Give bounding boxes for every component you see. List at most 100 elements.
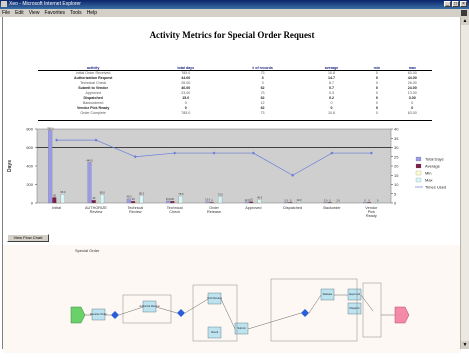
scroll-down-icon[interactable]: ▼ xyxy=(461,341,469,349)
legend-swatch xyxy=(415,163,422,169)
bar xyxy=(131,201,136,204)
x-tick-label: Ready xyxy=(366,214,377,218)
bar xyxy=(126,198,131,204)
x-tick-label: Initial xyxy=(52,206,61,210)
menu-edit[interactable]: Edit xyxy=(15,9,24,17)
bar xyxy=(284,202,289,204)
task-label: Tech Review xyxy=(207,296,222,300)
start-node xyxy=(70,306,86,324)
y2-tick-label: 30 xyxy=(394,145,399,150)
bar xyxy=(166,200,171,204)
data-label: 80.0 xyxy=(139,192,145,196)
bar xyxy=(178,195,183,204)
y-axis-label: Days xyxy=(7,160,13,172)
data-label: 70.0 xyxy=(218,193,224,197)
task-label: Approved xyxy=(349,292,361,296)
task-label: Dispatch xyxy=(349,306,360,310)
minimize-button[interactable]: _ xyxy=(444,1,451,7)
y2-tick-label: 20 xyxy=(394,164,399,169)
legend-label: Average xyxy=(425,164,441,169)
bar xyxy=(91,200,96,204)
close-button[interactable]: × xyxy=(460,1,467,7)
flow-arrow xyxy=(118,306,144,316)
y-tick-label: 400 xyxy=(26,164,33,169)
menu-file[interactable]: File xyxy=(2,9,10,17)
bar xyxy=(170,201,175,204)
data-label: 3.0 xyxy=(324,198,328,202)
data-label: 2.0 xyxy=(336,198,340,202)
x-tick-label: Review xyxy=(90,210,103,214)
bar xyxy=(213,202,218,204)
bar xyxy=(218,196,223,204)
legend-swatch xyxy=(415,156,422,162)
x-tick-label: Backorder xyxy=(323,206,341,210)
y2-tick-label: 10 xyxy=(394,182,399,187)
task-label: Submit xyxy=(237,326,245,330)
x-tick-label: Check xyxy=(169,210,180,214)
window-title: Xeo - Microsoft Internet Explorer xyxy=(9,1,81,7)
data-label: 15.0 xyxy=(205,198,211,202)
task-label: Receive Order xyxy=(90,312,107,316)
bar xyxy=(331,202,336,204)
bar xyxy=(100,194,105,204)
table-cell: 0 xyxy=(375,111,378,115)
page-content: Activity Metrics for Special Order Reque… xyxy=(2,17,461,353)
table-cell: Order Complete xyxy=(80,111,106,115)
process-flow-svg: Receive OrderAuthorize ReviewTech Review… xyxy=(70,278,410,342)
legend-label: Times Used xyxy=(425,185,446,190)
legend-swatch xyxy=(415,170,422,176)
x-tick-label: Release xyxy=(207,210,221,214)
data-label: 440.0 xyxy=(86,158,93,162)
subprocess-container xyxy=(270,278,358,342)
bar xyxy=(95,202,100,204)
bar xyxy=(375,202,380,204)
bar xyxy=(244,201,249,204)
gateway-node xyxy=(111,311,119,319)
data-label: 40.0 xyxy=(257,195,263,199)
table-divider xyxy=(38,120,432,121)
x-tick-label: Dispatched xyxy=(283,206,302,210)
menu-tools[interactable]: Tools xyxy=(70,9,82,17)
process-diagram: Special Order Receive Order Authorize Rev… xyxy=(3,245,461,353)
menu-favorites[interactable]: Favorites xyxy=(44,9,65,17)
table-cell: 10.8 xyxy=(328,111,336,115)
x-tick-label: Review xyxy=(129,210,142,214)
bar xyxy=(135,202,140,204)
gateway-node xyxy=(177,309,185,317)
gateway-node xyxy=(301,309,309,317)
title-bar: Xeo - Microsoft Internet Explorer _ □ × xyxy=(0,0,469,9)
data-label: 95.0 xyxy=(60,190,66,194)
view-flow-chart-button[interactable]: View Flow Chart xyxy=(7,234,49,242)
maximize-button[interactable]: □ xyxy=(452,1,459,7)
vertical-scrollbar[interactable]: ▲ ▼ xyxy=(460,17,469,349)
flow-arrow xyxy=(308,294,322,314)
data-label: 75.0 xyxy=(178,192,184,196)
bar xyxy=(87,162,92,204)
bar xyxy=(367,202,372,204)
windows-logo-icon xyxy=(461,10,467,16)
bar xyxy=(253,202,258,204)
scroll-up-icon[interactable]: ▲ xyxy=(461,17,469,25)
table-cell: 63.00 xyxy=(407,111,417,115)
y-tick-label: 0 xyxy=(31,201,34,206)
flow-arrow xyxy=(155,306,178,314)
bar xyxy=(296,201,301,204)
bar xyxy=(327,202,332,204)
y2-tick-label: 5 xyxy=(394,191,397,196)
bar xyxy=(209,202,214,204)
legend-label: Total Days xyxy=(425,157,444,162)
bar xyxy=(257,199,262,204)
metrics-table: activity total days # of records average… xyxy=(38,65,432,116)
bar xyxy=(288,202,293,204)
menu-view[interactable]: View xyxy=(29,9,40,17)
data-label: 10.0 xyxy=(296,198,302,202)
bar xyxy=(249,201,254,204)
end-node xyxy=(394,306,410,324)
menu-help[interactable]: Help xyxy=(87,9,97,17)
y2-tick-label: 25 xyxy=(394,154,399,159)
activity-chart: 02004006008000510152025303540Days785.060… xyxy=(7,126,446,218)
bar xyxy=(174,202,179,204)
data-label: 5.0 xyxy=(285,198,289,202)
table-cell: 785.0 xyxy=(181,111,191,115)
task-label: Check xyxy=(211,330,219,334)
